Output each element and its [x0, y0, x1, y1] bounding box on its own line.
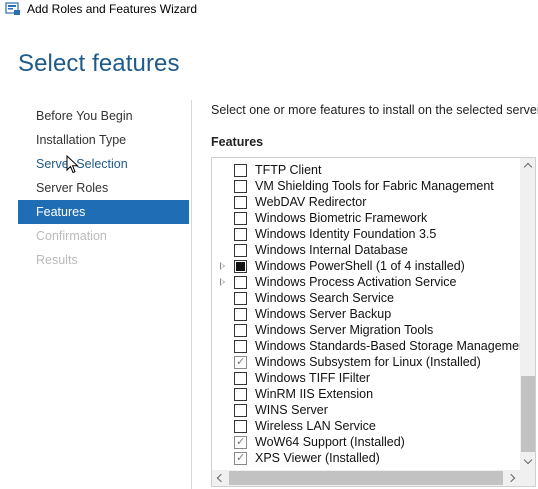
- feature-checkbox: [234, 450, 247, 466]
- feature-checkbox: [234, 434, 247, 450]
- feature-label: XPS Viewer (Installed): [255, 451, 380, 465]
- feature-row[interactable]: WinRM IIS Extension: [212, 386, 520, 402]
- feature-label: WebDAV Redirector: [255, 195, 367, 209]
- feature-row[interactable]: WebDAV Redirector: [212, 194, 520, 210]
- feature-checkbox[interactable]: [234, 292, 247, 305]
- chevron-up-icon: [523, 162, 533, 172]
- nav-divider: [191, 100, 192, 489]
- feature-checkbox[interactable]: [234, 324, 247, 337]
- feature-row[interactable]: Windows Search Service: [212, 290, 520, 306]
- feature-label: Windows TIFF IFilter: [255, 371, 371, 385]
- feature-checkbox[interactable]: [234, 244, 247, 257]
- feature-checkbox[interactable]: [234, 388, 247, 401]
- feature-row[interactable]: VM Shielding Tools for Fabric Management: [212, 178, 520, 194]
- feature-checkbox[interactable]: [234, 372, 247, 385]
- feature-label: WINS Server: [255, 403, 328, 417]
- scrollbar-corner: [520, 470, 535, 486]
- feature-label: WoW64 Support (Installed): [255, 435, 405, 449]
- feature-label: VM Shielding Tools for Fabric Management: [255, 179, 494, 193]
- feature-label: Windows Process Activation Service: [255, 275, 457, 289]
- features-rows: TFTP Client VM Shielding Tools for Fabric…: [212, 162, 529, 466]
- feature-row[interactable]: WoW64 Support (Installed): [212, 434, 520, 450]
- feature-checkbox[interactable]: [234, 164, 247, 177]
- feature-checkbox[interactable]: [234, 196, 247, 209]
- feature-checkbox: [234, 354, 247, 370]
- feature-row[interactable]: Windows PowerShell (1 of 4 installed): [212, 258, 520, 274]
- expand-arrow-icon[interactable]: [220, 278, 225, 286]
- feature-row[interactable]: Windows Identity Foundation 3.5: [212, 226, 520, 242]
- nav-item-server-selection[interactable]: Server Selection: [18, 152, 189, 176]
- feature-row[interactable]: Windows Standards-Based Storage Manageme…: [212, 338, 529, 354]
- horizontal-scroll-thumb[interactable]: [229, 471, 503, 485]
- nav-item-installation-type[interactable]: Installation Type: [18, 128, 189, 152]
- feature-checkbox[interactable]: [234, 420, 247, 433]
- feature-checkbox[interactable]: [234, 340, 247, 353]
- feature-row[interactable]: TFTP Client: [212, 162, 520, 178]
- feature-checkbox[interactable]: [234, 276, 247, 289]
- features-heading: Features: [211, 135, 264, 149]
- server-manager-icon: [5, 2, 20, 15]
- feature-label: Windows Search Service: [255, 291, 394, 305]
- feature-row[interactable]: Windows Server Migration Tools: [212, 322, 520, 338]
- feature-row[interactable]: Windows Server Backup: [212, 306, 520, 322]
- feature-row[interactable]: Windows Internal Database: [212, 242, 520, 258]
- feature-row[interactable]: WINS Server: [212, 402, 520, 418]
- feature-label: Wireless LAN Service: [255, 419, 376, 433]
- feature-row[interactable]: Windows TIFF IFilter: [212, 370, 520, 386]
- chevron-down-icon: [523, 455, 533, 465]
- nav-item-results: Results: [36, 253, 78, 267]
- scroll-left-button[interactable]: [212, 470, 228, 486]
- nav-item-server-roles[interactable]: Server Roles: [18, 176, 189, 200]
- feature-row[interactable]: Windows Biometric Framework: [212, 210, 520, 226]
- feature-row[interactable]: Windows Process Activation Service: [212, 274, 520, 290]
- features-list[interactable]: TFTP Client VM Shielding Tools for Fabric…: [211, 157, 536, 487]
- chevron-left-icon: [216, 473, 226, 483]
- wizard-nav: Before You Begin Installation Type Serve…: [18, 104, 189, 272]
- mouse-cursor-icon: [66, 155, 79, 174]
- feature-label: Windows Identity Foundation 3.5: [255, 227, 437, 241]
- feature-label: WinRM IIS Extension: [255, 387, 374, 401]
- horizontal-scrollbar[interactable]: [212, 470, 520, 486]
- feature-row[interactable]: Wireless LAN Service: [212, 418, 520, 434]
- feature-checkbox[interactable]: [234, 212, 247, 225]
- feature-label: Windows Server Migration Tools: [255, 323, 434, 337]
- expand-arrow-icon[interactable]: [220, 262, 225, 270]
- feature-row[interactable]: Windows Subsystem for Linux (Installed): [212, 354, 520, 370]
- feature-label: Windows PowerShell (1 of 4 installed): [255, 259, 465, 273]
- page-title: Select features: [18, 50, 180, 77]
- vertical-scroll-thumb[interactable]: [521, 376, 535, 452]
- feature-label: Windows Subsystem for Linux (Installed): [255, 355, 481, 369]
- feature-label: Windows Standards-Based Storage Manageme…: [255, 339, 530, 353]
- feature-checkbox[interactable]: [234, 180, 247, 193]
- feature-label: TFTP Client: [255, 163, 322, 177]
- instruction-text: Select one or more features to install o…: [211, 103, 538, 117]
- feature-checkbox[interactable]: [234, 404, 247, 417]
- nav-item-features[interactable]: Features: [18, 200, 189, 224]
- vertical-scrollbar[interactable]: [520, 158, 535, 470]
- scroll-up-button[interactable]: [520, 158, 535, 174]
- title-bar: Add Roles and Features Wizard: [0, 0, 538, 20]
- feature-label: Windows Internal Database: [255, 243, 408, 257]
- scroll-down-button[interactable]: [520, 454, 535, 470]
- nav-item-before-you-begin[interactable]: Before You Begin: [18, 104, 189, 128]
- nav-item-confirmation: Confirmation: [36, 229, 107, 243]
- window-title: Add Roles and Features Wizard: [27, 2, 198, 16]
- chevron-right-icon: [506, 473, 516, 483]
- feature-checkbox[interactable]: [234, 228, 247, 241]
- feature-label: Windows Biometric Framework: [255, 211, 428, 225]
- feature-checkbox[interactable]: [234, 260, 247, 273]
- scroll-right-button[interactable]: [504, 470, 520, 486]
- feature-checkbox[interactable]: [234, 308, 247, 321]
- feature-row[interactable]: XPS Viewer (Installed): [212, 450, 520, 466]
- feature-label: Windows Server Backup: [255, 307, 392, 321]
